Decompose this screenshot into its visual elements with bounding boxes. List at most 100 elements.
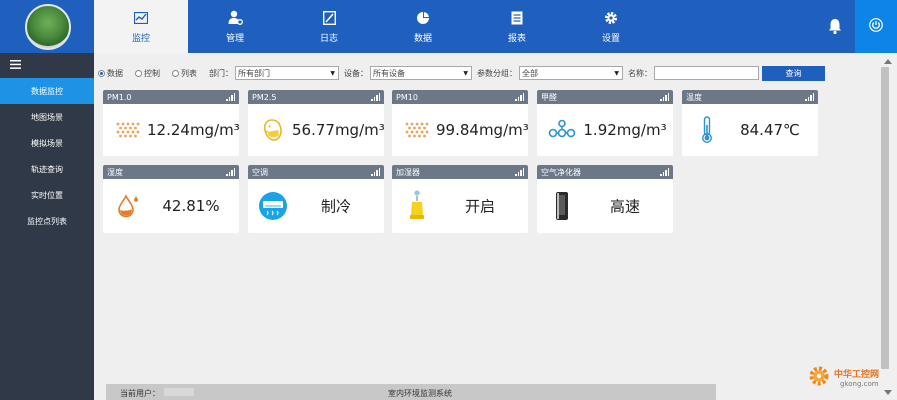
card-title: PM2.5 [252, 92, 277, 102]
scrollbar-thumb[interactable] [881, 67, 889, 369]
card-title: 湿度 [107, 167, 123, 177]
sidebar-item-label: 数据监控 [31, 86, 63, 96]
card-title: PM10 [396, 92, 418, 102]
nav-tab-label: 设置 [601, 33, 620, 44]
name-input[interactable] [654, 66, 759, 80]
top-bar: 监控 管理 日志 数据 报表 设置 [0, 0, 897, 53]
card-value: 56.77mg/m³ [292, 121, 385, 139]
signal-icon [659, 168, 669, 176]
status-footer: 当前用户： 室内环境监测系统 [106, 384, 716, 400]
radio-label: 控制 [144, 68, 160, 78]
card-body: 56.77mg/m³ [248, 104, 385, 156]
power-icon [869, 18, 883, 35]
card-value: 开启 [464, 197, 495, 216]
signal-icon [370, 168, 380, 176]
radio-label: 列表 [181, 68, 197, 78]
filter-bar: 数据 控制 列表 部门： 所有部门 ▼ 设备： 所有设备 ▼ 参数分组： 全部 ▼ 名… [98, 65, 825, 81]
signal-icon [804, 93, 814, 101]
card-value: 42.81% [162, 197, 220, 215]
sensor-card-pm25: PM2.5 56.77mg/m³ [248, 90, 385, 156]
view-radio-list[interactable]: 列表 [172, 68, 197, 79]
nav-tab-log[interactable]: 日志 [282, 0, 376, 53]
chart-line-icon [133, 10, 149, 26]
sidebar-item-data-monitor[interactable]: 数据监控 [0, 78, 94, 104]
caret-down-icon: ▼ [330, 69, 335, 77]
caret-down-icon: ▼ [463, 69, 468, 77]
card-title: 温度 [686, 92, 702, 102]
sidebar-item-simulation-scene[interactable]: 模拟场景 [0, 130, 94, 156]
query-button[interactable]: 查询 [762, 65, 825, 81]
sidebar-item-realtime-location[interactable]: 实时位置 [0, 182, 94, 208]
card-header: PM2.5 [248, 90, 384, 104]
bell-icon[interactable] [826, 17, 844, 35]
card-value: 高速 [609, 197, 640, 216]
card-header: 加湿器 [392, 165, 528, 179]
logout-button[interactable] [855, 0, 897, 53]
device-card-air-purifier: 空气净化器 高速 [537, 165, 673, 233]
molecule-icon [547, 115, 577, 145]
watermark-gear-icon [808, 365, 830, 387]
menu-toggle-button[interactable] [0, 53, 94, 78]
dept-select[interactable]: 所有部门 ▼ [235, 66, 339, 80]
hamburger-icon [10, 59, 21, 72]
view-radio-data[interactable]: 数据 [98, 68, 123, 79]
signal-icon [514, 93, 524, 101]
card-body: 42.81% [103, 179, 239, 233]
nav-tab-monitor[interactable]: 监控 [94, 0, 188, 53]
nav-tab-label: 报表 [507, 33, 526, 44]
sidebar-item-map-scene[interactable]: 地图场景 [0, 104, 94, 130]
vertical-scrollbar[interactable] [879, 53, 897, 400]
nav-tab-label: 日志 [319, 33, 338, 44]
card-header: 温度 [682, 90, 818, 104]
card-title: 加湿器 [396, 167, 420, 177]
device-select[interactable]: 所有设备 ▼ [370, 66, 472, 80]
card-body: 开启 [392, 179, 528, 233]
group-select-value: 全部 [522, 68, 538, 78]
card-value: 99.84mg/m³ [436, 121, 529, 139]
group-select[interactable]: 全部 ▼ [519, 66, 623, 80]
card-value: 制冷 [320, 197, 351, 216]
nav-tab-label: 监控 [131, 33, 150, 44]
card-title: PM1.0 [107, 92, 132, 102]
report-icon [509, 10, 525, 26]
dept-select-value: 所有部门 [238, 68, 270, 78]
device-select-value: 所有设备 [373, 68, 405, 78]
sensor-card-temperature: 温度 84.47℃ [682, 90, 818, 156]
pie-chart-icon [415, 10, 431, 26]
sensor-card-pm10: PM10 99.84mg/m³ [392, 90, 529, 156]
sidebar-item-label: 模拟场景 [31, 138, 63, 148]
nav-tab-data[interactable]: 数据 [376, 0, 470, 53]
gear-icon [603, 10, 619, 26]
air-conditioner-icon [258, 191, 288, 221]
signal-icon [225, 168, 235, 176]
humidifier-icon [402, 190, 432, 221]
radio-label: 数据 [107, 68, 123, 78]
sidebar: 数据监控 地图场景 模拟场景 轨迹查询 实时位置 监控点列表 [0, 53, 94, 400]
watermark-title: 中华工控网 [834, 370, 880, 380]
card-value: 12.24mg/m³ [147, 121, 240, 139]
radio-dot [98, 69, 105, 77]
scroll-up-arrow-icon[interactable] [884, 59, 892, 64]
particle-grid-icon [113, 115, 143, 145]
nav-tab-report[interactable]: 报表 [470, 0, 564, 53]
water-drop-icon [113, 191, 143, 221]
name-label: 名称： [628, 68, 652, 78]
sidebar-item-monitor-point-list[interactable]: 监控点列表 [0, 208, 94, 234]
current-user-label: 当前用户： [120, 389, 160, 398]
view-radio-control[interactable]: 控制 [135, 68, 160, 79]
logo-area [0, 0, 94, 53]
air-purifier-icon [547, 191, 577, 221]
nav-tab-manage[interactable]: 管理 [188, 0, 282, 53]
card-value: 1.92mg/m³ [583, 121, 667, 139]
radio-dot [172, 69, 179, 77]
nav-tab-settings[interactable]: 设置 [564, 0, 658, 53]
radio-dot [135, 69, 142, 77]
group-label: 参数分组： [477, 68, 517, 78]
log-icon [321, 10, 337, 26]
card-title: 空调 [252, 167, 268, 177]
sidebar-item-track-query[interactable]: 轨迹查询 [0, 156, 94, 182]
dept-label: 部门： [209, 68, 233, 78]
sidebar-item-label: 地图场景 [31, 112, 63, 122]
nav-tab-label: 数据 [413, 33, 432, 44]
thermometer-icon [692, 115, 722, 145]
